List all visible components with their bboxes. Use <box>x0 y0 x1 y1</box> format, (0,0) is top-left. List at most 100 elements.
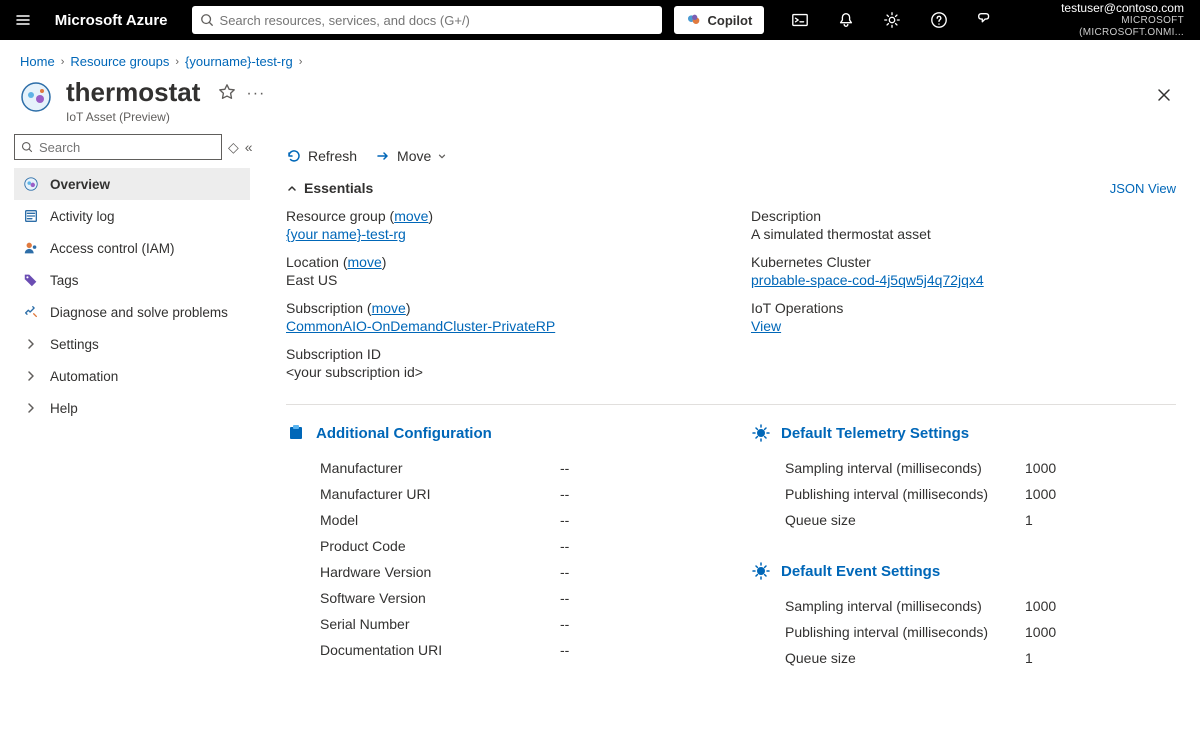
favorite-star-icon[interactable] <box>218 83 236 104</box>
notifications-icon[interactable] <box>827 0 865 40</box>
copilot-button[interactable]: Copilot <box>674 6 765 34</box>
kv-value: 1000 <box>1025 598 1176 614</box>
help-icon[interactable] <box>920 0 958 40</box>
more-actions-icon[interactable]: ··· <box>246 85 265 103</box>
essentials-title-label: Essentials <box>304 180 373 196</box>
kv-row: Sampling interval (milliseconds)1000 <box>751 593 1176 619</box>
chevron-right-icon: › <box>299 56 303 68</box>
kv-key: Manufacturer URI <box>320 486 560 502</box>
account-block[interactable]: testuser@contoso.com MICROSOFT (MICROSOF… <box>1012 1 1192 39</box>
account-tenant: MICROSOFT (MICROSOFT.ONMI... <box>1020 15 1184 39</box>
sidebar-item-label: Diagnose and solve problems <box>50 305 228 320</box>
sidebar-collapse-icon[interactable]: « <box>245 138 253 156</box>
sidebar-item-iam[interactable]: Access control (IAM) <box>14 232 250 264</box>
sidebar-item-overview[interactable]: Overview <box>14 168 250 200</box>
additional-configuration-section: Additional Configuration Manufacturer-- M… <box>286 423 711 671</box>
account-email: testuser@contoso.com <box>1020 1 1184 15</box>
kv-row: Hardware Version-- <box>286 559 711 585</box>
page-subtitle: IoT Asset (Preview) <box>66 110 200 124</box>
sidebar-item-label: Access control (IAM) <box>50 241 175 256</box>
kv-value: -- <box>560 460 711 476</box>
diagnose-icon <box>22 303 40 321</box>
sidebar-search-input[interactable] <box>39 140 215 155</box>
sidebar-item-settings[interactable]: Settings <box>14 328 250 360</box>
resource-group-link[interactable]: {your name}-test-rg <box>286 226 406 242</box>
sidebar-expand-icon[interactable]: ◇ <box>228 138 239 156</box>
kv-key: Software Version <box>320 590 560 606</box>
kv-value: 1 <box>1025 650 1176 666</box>
move-location-link[interactable]: move <box>348 254 382 270</box>
chevron-right-icon <box>22 335 40 353</box>
brand-label[interactable]: Microsoft Azure <box>55 12 168 29</box>
move-resource-group-link[interactable]: move <box>394 208 428 224</box>
kv-value: -- <box>560 564 711 580</box>
main-pane: Refresh Move Essentials JSON View Resour… <box>262 134 1200 735</box>
sidebar-item-activity-log[interactable]: Activity log <box>14 200 250 232</box>
breadcrumb-resource-groups[interactable]: Resource groups <box>70 54 169 69</box>
kv-key: Model <box>320 512 560 528</box>
refresh-label: Refresh <box>308 148 357 164</box>
telemetry-icon <box>751 423 771 443</box>
kv-key: Queue size <box>785 512 1025 528</box>
kv-key: Documentation URI <box>320 642 560 658</box>
field-k8s-cluster: Kubernetes Cluster probable-space-cod-4j… <box>751 254 1176 288</box>
sidebar-item-label: Activity log <box>50 209 115 224</box>
sidebar-item-diagnose[interactable]: Diagnose and solve problems <box>14 296 250 328</box>
sidebar-item-label: Automation <box>50 369 118 384</box>
kv-row: Queue size1 <box>751 645 1176 671</box>
close-blade-button[interactable] <box>1148 79 1180 111</box>
resource-type-icon <box>20 81 52 113</box>
json-view-link[interactable]: JSON View <box>1110 181 1176 196</box>
kv-row: Sampling interval (milliseconds)1000 <box>751 455 1176 481</box>
kv-row: Publishing interval (milliseconds)1000 <box>751 481 1176 507</box>
kv-value: 1000 <box>1025 460 1176 476</box>
kv-value: -- <box>560 486 711 502</box>
kv-value: -- <box>560 616 711 632</box>
page-title: thermostat <box>66 77 200 108</box>
default-event-section: Default Event Settings Sampling interval… <box>751 561 1176 671</box>
sidebar-item-automation[interactable]: Automation <box>14 360 250 392</box>
breadcrumb-home[interactable]: Home <box>20 54 55 69</box>
sidebar-item-help[interactable]: Help <box>14 392 250 424</box>
command-bar: Refresh Move <box>286 134 1176 178</box>
field-subscription-id: Subscription ID <your subscription id> <box>286 346 711 380</box>
activity-log-icon <box>22 207 40 225</box>
sidebar-item-label: Overview <box>50 177 110 192</box>
kv-key: Publishing interval (milliseconds) <box>785 486 1025 502</box>
overview-icon <box>22 175 40 193</box>
section-title: Default Telemetry Settings <box>781 425 969 442</box>
cloud-shell-icon[interactable] <box>780 0 818 40</box>
kv-key: Serial Number <box>320 616 560 632</box>
page-header: thermostat IoT Asset (Preview) ··· <box>0 77 1200 134</box>
chevron-right-icon <box>22 367 40 385</box>
move-button[interactable]: Move <box>375 148 447 164</box>
kv-value: 1000 <box>1025 624 1176 640</box>
kv-row: Publishing interval (milliseconds)1000 <box>751 619 1176 645</box>
kv-row: Product Code-- <box>286 533 711 559</box>
feedback-icon[interactable] <box>966 0 1004 40</box>
subscription-link[interactable]: CommonAIO-OnDemandCluster-PrivateRP <box>286 318 555 334</box>
menu-icon[interactable] <box>8 4 39 36</box>
essentials-toggle[interactable]: Essentials <box>286 180 373 196</box>
sidebar-item-label: Help <box>50 401 78 416</box>
sidebar-search[interactable] <box>14 134 222 160</box>
settings-icon[interactable] <box>873 0 911 40</box>
kv-value: -- <box>560 642 711 658</box>
breadcrumb-resource[interactable]: {yourname}-test-rg <box>185 54 293 69</box>
chevron-down-icon <box>437 151 447 161</box>
kv-value: -- <box>560 512 711 528</box>
config-icon <box>286 423 306 443</box>
section-title: Additional Configuration <box>316 425 492 442</box>
sidebar-item-tags[interactable]: Tags <box>14 264 250 296</box>
sidebar-item-label: Tags <box>50 273 79 288</box>
resource-sidebar: ◇ « Overview Activity log Access control… <box>0 134 262 735</box>
divider <box>286 404 1176 405</box>
move-subscription-link[interactable]: move <box>372 300 406 316</box>
global-search[interactable] <box>192 6 662 34</box>
refresh-button[interactable]: Refresh <box>286 148 357 164</box>
kv-key: Sampling interval (milliseconds) <box>785 460 1025 476</box>
kv-row: Manufacturer-- <box>286 455 711 481</box>
k8s-cluster-link[interactable]: probable-space-cod-4j5qw5j4q72jqx4 <box>751 272 984 288</box>
global-search-input[interactable] <box>220 13 654 28</box>
iot-operations-view-link[interactable]: View <box>751 318 781 334</box>
